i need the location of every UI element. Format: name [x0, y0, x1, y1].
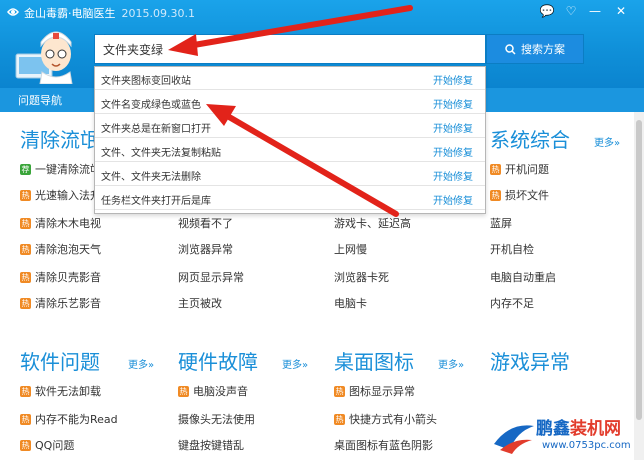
- minimize-button[interactable]: —: [586, 3, 604, 19]
- doctor-avatar-icon: [15, 31, 73, 84]
- skin-icon[interactable]: ♡: [562, 3, 580, 19]
- search-icon: [505, 43, 516, 55]
- hot-tag-icon: 热: [490, 189, 501, 201]
- section-game: 游戏异常: [490, 346, 640, 386]
- hot-tag-icon: 热: [20, 217, 31, 229]
- app-name: 金山毒霸·电脑医生: [24, 7, 116, 20]
- section-title: 桌面图标: [334, 350, 414, 374]
- app-logo-icon: [7, 8, 19, 16]
- suggestion-item[interactable]: 文件夹图标变回收站 开始修复: [95, 67, 485, 90]
- watermark-url: www.0753pc.com: [542, 440, 631, 451]
- app-title: 金山毒霸·电脑医生 2015.09.30.1: [24, 5, 195, 21]
- suggestion-item[interactable]: 任务栏文件夹打开后是库 开始修复: [95, 187, 485, 210]
- section-network-col: 视频看不了 浏览器异常 网页显示异常 主页被改: [178, 212, 328, 324]
- close-button[interactable]: ✕: [612, 3, 630, 19]
- section-title: 游戏异常: [490, 350, 570, 374]
- list-item[interactable]: 桌面图标有蓝色阴影: [334, 434, 433, 456]
- list-item[interactable]: 键盘按键错乱: [178, 434, 244, 456]
- list-item[interactable]: 视频看不了: [178, 212, 233, 234]
- list-item[interactable]: 主页被改: [178, 292, 222, 314]
- suggestion-item[interactable]: 文件、文件夹无法复制粘贴 开始修复: [95, 139, 485, 162]
- list-item[interactable]: 电脑自动重启: [490, 266, 556, 288]
- hot-tag-icon: 热: [20, 271, 31, 283]
- list-item[interactable]: 浏览器卡死: [334, 266, 389, 288]
- list-item[interactable]: 热快捷方式有小箭头: [334, 408, 437, 430]
- list-item[interactable]: 热 QQ问题: [20, 434, 74, 456]
- list-item[interactable]: 荐一键清除流氓: [20, 158, 101, 180]
- list-item[interactable]: 开机自检: [490, 238, 534, 260]
- more-link[interactable]: 更多»: [438, 356, 464, 371]
- search-input[interactable]: [95, 35, 485, 63]
- search-button-label: 搜索方案: [521, 43, 565, 56]
- start-repair-link[interactable]: 开始修复: [433, 192, 473, 207]
- more-link[interactable]: 更多»: [282, 356, 308, 371]
- start-repair-link[interactable]: 开始修复: [433, 168, 473, 183]
- list-item[interactable]: 热软件无法卸载: [20, 380, 101, 402]
- start-repair-link[interactable]: 开始修复: [433, 144, 473, 159]
- watermark-logo-icon: [494, 425, 534, 454]
- app-version: 2015.09.30.1: [121, 7, 195, 20]
- section-title: 软件问题: [20, 350, 100, 374]
- list-item[interactable]: 热开机问题: [490, 158, 549, 180]
- hot-tag-icon: 热: [334, 385, 345, 397]
- hot-tag-icon: 热: [20, 297, 31, 309]
- suggestion-item[interactable]: 文件、文件夹无法删除 开始修复: [95, 163, 485, 186]
- list-item[interactable]: 热损坏文件: [490, 184, 549, 206]
- hot-tag-icon: 热: [20, 385, 31, 397]
- start-repair-link[interactable]: 开始修复: [433, 120, 473, 135]
- list-item[interactable]: 热图标显示异常: [334, 380, 415, 402]
- suggestion-item[interactable]: 文件夹总是在新窗口打开 开始修复: [95, 115, 485, 138]
- hot-tag-icon: 热: [20, 189, 31, 201]
- section-speed-col: 游戏卡、延迟高 上网慢 浏览器卡死 电脑卡: [334, 212, 484, 324]
- section-hardware: 硬件故障 更多» 热电脑没声音 摄像头无法使用 键盘按键错乱: [178, 346, 328, 458]
- section-software: 软件问题 更多» 热软件无法卸载 热内存不能为Read 热 QQ问题: [20, 346, 170, 458]
- list-item[interactable]: 上网慢: [334, 238, 367, 260]
- list-item[interactable]: 热清除泡泡天气: [20, 238, 101, 260]
- list-item[interactable]: 蓝屏: [490, 212, 512, 234]
- list-item[interactable]: 网页显示异常: [178, 266, 244, 288]
- list-item[interactable]: 内存不足: [490, 292, 534, 314]
- list-item[interactable]: 热清除木木电视: [20, 212, 101, 234]
- hot-tag-icon: 热: [334, 413, 345, 425]
- search-button[interactable]: 搜索方案: [486, 34, 584, 64]
- hot-tag-icon: 热: [20, 413, 31, 425]
- hot-tag-icon: 热: [490, 163, 501, 175]
- more-link[interactable]: 更多»: [128, 356, 154, 371]
- list-item[interactable]: 电脑卡: [334, 292, 367, 314]
- more-link[interactable]: 更多»: [594, 134, 620, 149]
- start-repair-link[interactable]: 开始修复: [433, 96, 473, 111]
- list-item[interactable]: 热电脑没声音: [178, 380, 248, 402]
- section-title: 清除流氓: [20, 128, 100, 152]
- list-item[interactable]: 热清除乐艺影音: [20, 292, 101, 314]
- nav-problem-guide[interactable]: 问题导航: [18, 92, 62, 108]
- hot-tag-icon: 热: [178, 385, 189, 397]
- suggestion-item[interactable]: 文件名变成绿色或蓝色 开始修复: [95, 91, 485, 114]
- list-item[interactable]: 摄像头无法使用: [178, 408, 255, 430]
- recommend-tag-icon: 荐: [20, 163, 31, 175]
- search-box[interactable]: [94, 34, 486, 64]
- hot-tag-icon: 热: [20, 243, 31, 255]
- watermark: 鹏鑫装机网 www.0753pc.com: [492, 414, 640, 458]
- section-title: 系统综合: [490, 128, 570, 152]
- list-item[interactable]: 游戏卡、延迟高: [334, 212, 411, 234]
- section-desktop: 桌面图标 更多» 热图标显示异常 热快捷方式有小箭头 桌面图标有蓝色阴影: [334, 346, 484, 458]
- search-suggestions: 文件夹图标变回收站 开始修复 文件名变成绿色或蓝色 开始修复 文件夹总是在新窗口打开…: [94, 66, 486, 214]
- section-title: 硬件故障: [178, 350, 258, 374]
- list-item[interactable]: 热清除贝壳影音: [20, 266, 101, 288]
- hot-tag-icon: 热: [20, 439, 31, 451]
- list-item[interactable]: 浏览器异常: [178, 238, 233, 260]
- feedback-icon[interactable]: 💬: [538, 3, 556, 19]
- start-repair-link[interactable]: 开始修复: [433, 72, 473, 87]
- list-item[interactable]: 热内存不能为Read: [20, 408, 118, 430]
- section-system: 系统综合 更多» 热开机问题 热损坏文件 蓝屏 开机自检 电脑自动重启 内存不足: [490, 124, 640, 324]
- watermark-brand: 鹏鑫装机网: [536, 419, 621, 439]
